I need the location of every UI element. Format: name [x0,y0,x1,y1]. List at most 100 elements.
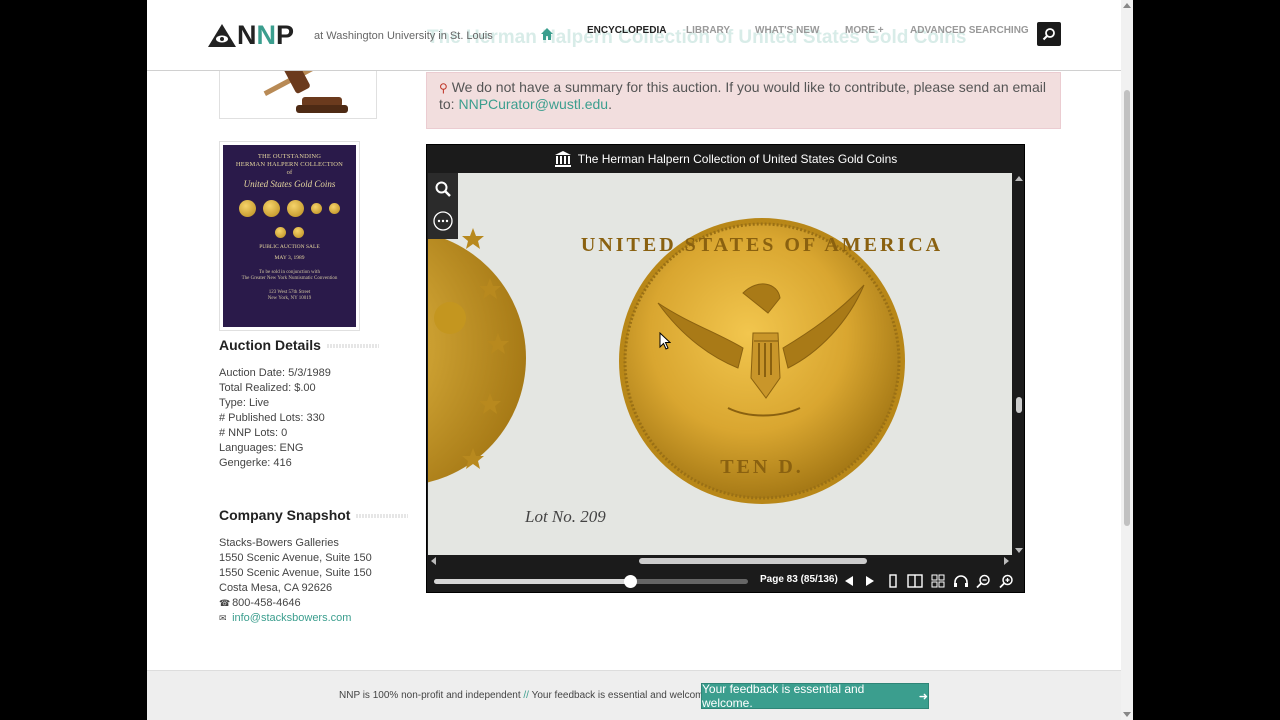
home-icon [541,28,553,40]
ellipsis-icon [433,211,453,231]
auction-detail-row: Languages: ENG [219,442,304,454]
cover-line: of [286,169,293,176]
feedback-button-label: Your feedback is essential and welcome. [702,682,865,710]
auction-detail-row: Gengerke: 416 [219,457,292,469]
cover-line: PUBLIC AUCTION SALE [259,244,320,250]
scroll-thumb[interactable] [1124,90,1130,526]
nav-home[interactable] [540,27,554,41]
search-icon [435,181,451,197]
headphones-icon [954,575,968,587]
two-page-view-button[interactable] [906,572,924,590]
feedback-button[interactable]: Your feedback is essential and welcome. … [701,682,929,710]
arrow-right-icon: ➜ [918,690,928,703]
nav-library[interactable]: LIBRARY [686,25,730,36]
thumbnail-view-button[interactable] [929,572,947,590]
zoom-in-button[interactable] [997,572,1015,590]
auction-detail-row: Type: Live [219,397,270,409]
triangle-right-icon [866,576,874,586]
coin-denomination: TEN D. [720,456,804,478]
auction-details-heading: Auction Details [219,337,379,353]
curator-email-link[interactable]: NNPCurator@wustl.edu [458,96,608,112]
scroll-right-arrow[interactable] [1004,557,1009,565]
scroll-thumb[interactable] [639,558,867,564]
viewer-side-tools [428,173,458,239]
map-pin-icon: ⚲ [439,81,448,95]
company-phone-row: ☎ 800-458-4646 [219,596,372,611]
viewer-title-bar: The Herman Halpern Collection of United … [427,145,1024,172]
footer-text: NNP is 100% non-profit and independent /… [339,690,720,701]
auction-detail-row: # Published Lots: 330 [219,412,325,424]
library-icon [554,150,571,167]
viewer-search-button[interactable] [428,173,458,205]
scroll-down-arrow[interactable] [1015,548,1023,553]
auction-details-title: Auction Details [219,337,321,353]
zoom-in-icon [998,574,1013,588]
next-page-button[interactable] [861,572,879,590]
page-scrollbar[interactable] [1121,0,1133,720]
book-viewer[interactable]: The Herman Halpern Collection of United … [426,144,1025,593]
page-indicator: Page 83 (85/136) [760,574,838,585]
site-header: The Herman Halpern Collection of United … [147,0,1121,71]
zoom-out-icon [975,574,990,588]
page-slider[interactable] [434,575,748,588]
mouse-cursor-icon [659,332,671,350]
catalog-cover-image[interactable]: THE OUTSTANDING HERMAN HALPERN COLLECTIO… [219,141,360,331]
cover-line: The Greater New York Numismatic Conventi… [241,276,338,281]
viewer-vertical-scrollbar[interactable] [1014,173,1024,555]
page-slider-knob[interactable] [624,575,638,588]
footer-separator: // [523,690,529,701]
company-info: Stacks-Bowers Galleries 1550 Scenic Aven… [219,536,372,626]
cover-line: United States Gold Coins [243,179,336,189]
company-name: Stacks-Bowers Galleries [219,537,339,549]
company-phone: 800-458-4646 [232,597,301,609]
header-search-button[interactable] [1037,22,1061,46]
auction-details-list: Auction Date: 5/3/1989 Total Realized: $… [219,366,331,471]
cover-coins [233,200,346,238]
nav-whats-new[interactable]: WHAT'S NEW [755,25,819,36]
company-snapshot-heading: Company Snapshot [219,507,409,523]
page: THE OUTSTANDING HERMAN HALPERN COLLECTIO… [147,0,1133,720]
tagline: at Washington University in St. Louis [314,30,493,42]
nav-encyclopedia[interactable]: ENCYCLOPEDIA [587,25,666,36]
coin-legend-top: UNITED STATES OF AMERICA [581,234,943,256]
one-page-view-button[interactable] [884,572,902,590]
logo-text: NNP [237,20,295,50]
viewer-controls: Page 83 (85/136) [427,569,1024,592]
scroll-up-arrow[interactable] [1123,3,1131,8]
prev-page-button[interactable] [840,572,858,590]
footer-text-part: NNP is 100% non-profit and independent [339,690,521,701]
grid-icon [931,574,945,588]
cover-line: THE OUTSTANDING [257,153,322,160]
nav-more[interactable]: MORE + [845,25,884,36]
cover-line: MAY 3, 1989 [274,255,305,261]
nnp-logo[interactable]: NNP [207,20,294,50]
pyramid-eye-icon [208,24,236,47]
viewer-more-button[interactable] [428,205,458,237]
auction-detail-row: # NNP Lots: 0 [219,427,288,439]
scroll-thumb[interactable] [1016,397,1022,413]
envelope-icon: ✉ [219,613,227,623]
read-aloud-button[interactable] [952,572,970,590]
alert-end: . [608,96,612,112]
page-slider-fill [434,579,631,584]
page-image[interactable]: UNITED STATES OF AMERICA TEN D. Lot No. … [428,173,1012,555]
nav-advanced-searching[interactable]: ADVANCED SEARCHING [910,25,1029,36]
scroll-down-arrow[interactable] [1123,712,1131,717]
company-address: 1550 Scenic Avenue, Suite 150 [219,552,372,564]
company-email-link[interactable]: info@stacksbowers.com [232,612,351,624]
company-address: 1550 Scenic Avenue, Suite 150 [219,567,372,579]
viewer-title: The Herman Halpern Collection of United … [577,151,898,166]
auction-detail-row: Total Realized: $.00 [219,382,316,394]
auction-detail-row: Auction Date: 5/3/1989 [219,367,331,379]
scroll-left-arrow[interactable] [431,557,436,565]
search-icon [1042,28,1055,41]
phone-icon: ☎ [219,598,231,608]
cover-line: HERMAN HALPERN COLLECTION [235,161,344,168]
scroll-up-arrow[interactable] [1015,176,1023,181]
summary-alert: ⚲ We do not have a summary for this auct… [426,72,1061,129]
coin-photo: UNITED STATES OF AMERICA TEN D. [428,218,943,504]
viewer-horizontal-scrollbar[interactable] [428,555,1012,567]
company-email-row: ✉ info@stacksbowers.com [219,611,372,626]
single-page-icon [889,574,897,588]
zoom-out-button[interactable] [974,572,992,590]
